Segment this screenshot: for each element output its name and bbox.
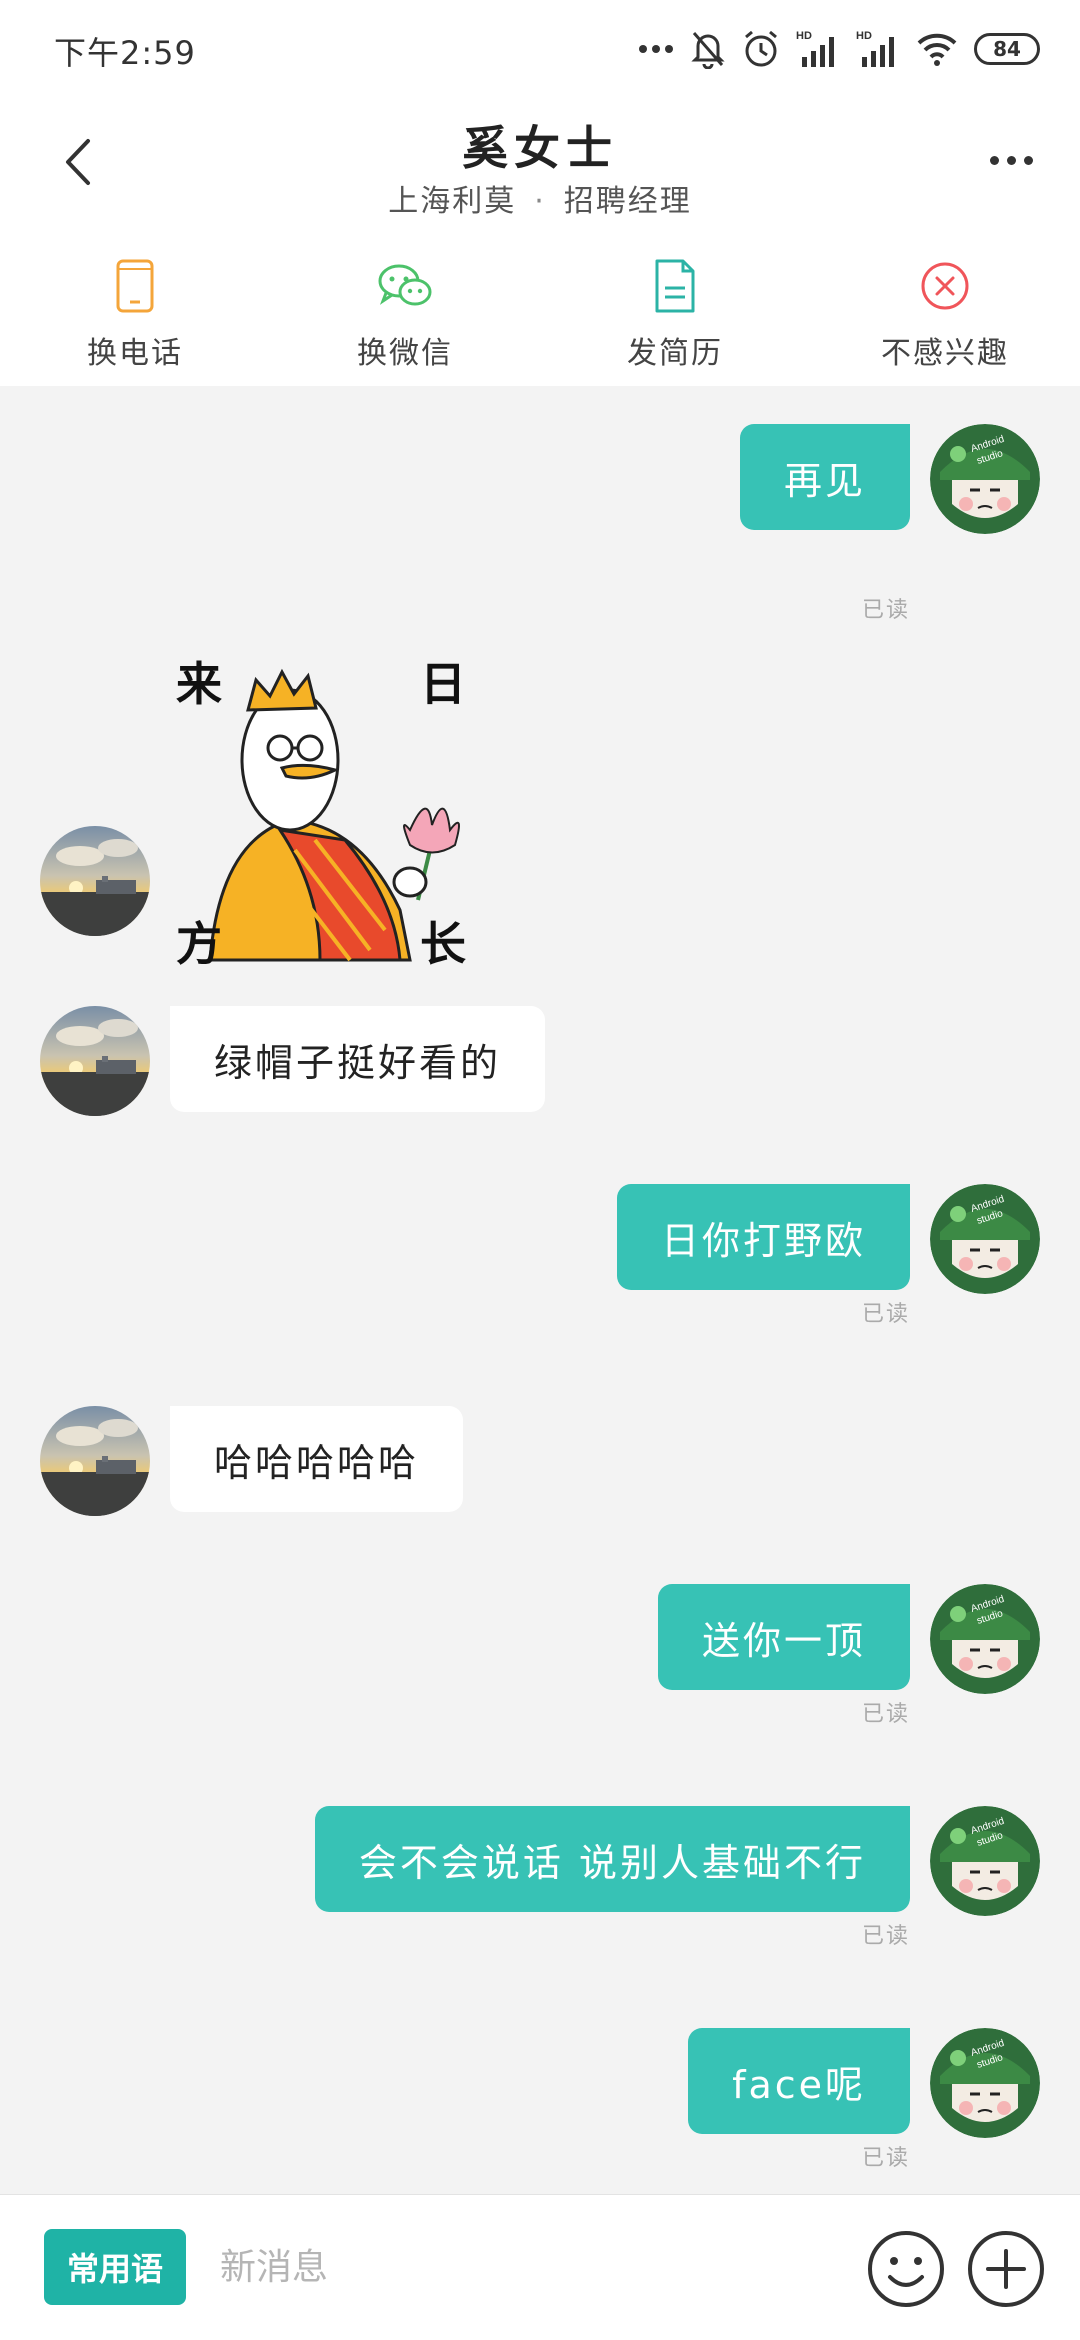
monk-duck-sticker: 来 日 方 长 [176,657,466,971]
smiley-icon [868,2231,944,2307]
my-avatar[interactable] [930,1184,1040,1294]
sticker-char: 长 [420,917,466,970]
more-dot-icon [1023,155,1033,165]
sticker-char: 方 [176,917,222,970]
action-label: 换微信 [357,336,453,371]
message-bubble-outgoing[interactable]: 日你打野欧 [616,1184,910,1290]
message-bubble-outgoing[interactable]: 送你一顶 [657,1584,910,1690]
message-bubble-outgoing[interactable]: face呢 [688,2028,910,2134]
wechat-icon [373,254,437,318]
more-dot-icon [1006,155,1016,165]
status-icons: HD HD 84 [638,24,1040,74]
battery-icon: 84 [974,33,1040,65]
job-role: 招聘经理 [563,184,692,219]
my-avatar[interactable] [930,1584,1040,1694]
my-avatar[interactable] [930,424,1040,534]
more-functions-button[interactable] [966,2229,1046,2309]
alarm-icon [745,30,777,67]
more-options-button[interactable] [976,140,1046,180]
resume-icon [643,254,707,318]
contact-subtitle: 上海利莫 · 招聘经理 [0,176,1080,220]
chat-area[interactable]: 再见 已读 来 日 方 长 绿帽子挺好看的 日你打野欧 已读 哈哈哈哈哈 送你一… [0,386,1080,2194]
action-label: 不感兴趣 [881,336,1009,371]
more-dots-icon [639,45,673,53]
not-interested-icon [913,254,977,318]
sticker-char: 来 [176,657,222,711]
action-send-resume[interactable]: 发简历 [540,236,810,386]
action-not-interested[interactable]: 不感兴趣 [810,236,1080,386]
common-phrases-button[interactable]: 常用语 [44,2229,186,2305]
contact-avatar[interactable] [40,826,150,936]
read-status: 已读 [861,2146,910,2171]
read-status: 已读 [861,598,910,623]
action-label: 发简历 [627,336,723,371]
contact-avatar[interactable] [40,1406,150,1516]
message-bubble-incoming[interactable]: 绿帽子挺好看的 [170,1006,546,1112]
company-name: 上海利莫 [388,184,517,219]
phone-icon [103,254,167,318]
svg-text:HD: HD [796,30,812,42]
chat-header: 奚女士 上海利莫 · 招聘经理 [0,96,1080,236]
svg-text:HD: HD [856,30,872,42]
action-exchange-phone[interactable]: 换电话 [0,236,270,386]
plus-circle-icon [968,2231,1044,2307]
wifi-icon [917,33,957,66]
signal-hd-icon: HD [856,30,894,67]
my-avatar[interactable] [930,2028,1040,2138]
signal-hd-icon: HD [796,30,834,67]
read-status: 已读 [861,1924,910,1949]
status-bar: 下午2:59 HD HD 84 [0,0,1080,96]
read-status: 已读 [861,1702,910,1727]
action-exchange-wechat[interactable]: 换微信 [270,236,540,386]
my-avatar[interactable] [930,1806,1040,1916]
more-dot-icon [989,155,999,165]
input-bar: 常用语 [0,2194,1080,2340]
action-label: 换电话 [87,336,183,371]
contact-avatar[interactable] [40,1006,150,1116]
message-bubble-outgoing[interactable]: 会不会说话 说别人基础不行 [314,1806,910,1912]
message-bubble-incoming[interactable]: 哈哈哈哈哈 [170,1406,464,1512]
status-time: 下午2:59 [54,34,196,72]
contact-name: 奚女士 [462,121,618,175]
subtitle-separator: · [534,184,546,219]
message-bubble-outgoing[interactable]: 再见 [739,424,910,530]
emoji-button[interactable] [866,2229,946,2309]
sticker-message[interactable]: 来 日 方 长 [170,650,470,971]
quick-actions: 换电话 换微信 发简历 不感兴趣 [0,236,1080,386]
sticker-char: 日 [420,657,466,711]
read-status: 已读 [861,1302,910,1327]
mute-bell-icon [691,32,725,69]
message-input[interactable] [218,2229,818,2305]
